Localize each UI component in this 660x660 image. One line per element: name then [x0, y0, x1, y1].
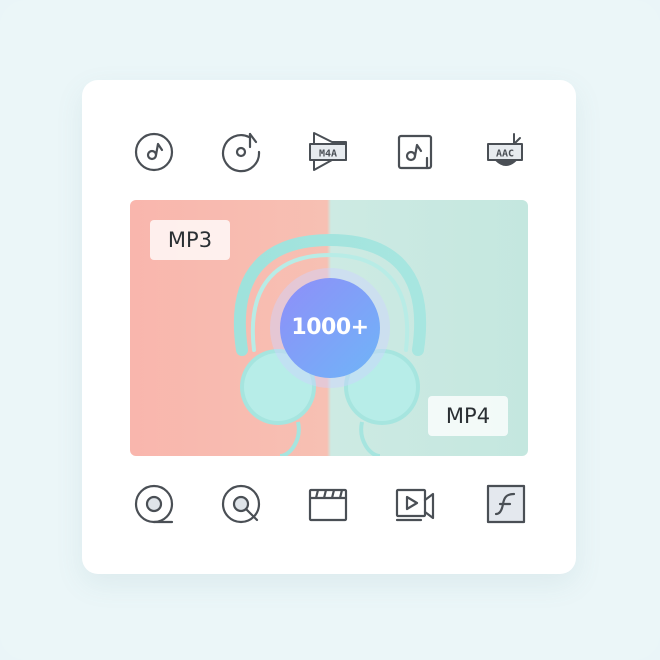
bottom-icon-row — [82, 482, 576, 530]
music-disc-icon — [132, 130, 176, 174]
formats-count-badge: 1000+ — [280, 278, 380, 378]
format-card: M4A AAC MP3 MP4 1000+ — [82, 80, 576, 574]
svg-text:M4A: M4A — [319, 149, 337, 160]
format-banner: MP3 MP4 1000+ — [130, 200, 528, 456]
music-disc-note-icon — [219, 130, 263, 174]
mp3-label: MP3 — [150, 220, 230, 260]
video-camera-icon — [393, 482, 437, 526]
disc-search-icon — [219, 482, 263, 526]
svg-text:AAC: AAC — [496, 149, 514, 160]
flash-icon — [484, 482, 528, 526]
mp4-label: MP4 — [428, 396, 508, 436]
clapperboard-icon — [306, 482, 350, 526]
music-note-square-icon — [393, 130, 437, 174]
top-icon-row: M4A AAC — [82, 130, 576, 178]
disc-icon — [132, 482, 176, 526]
m4a-file-icon: M4A — [306, 130, 350, 174]
aac-file-icon: AAC — [484, 130, 528, 174]
